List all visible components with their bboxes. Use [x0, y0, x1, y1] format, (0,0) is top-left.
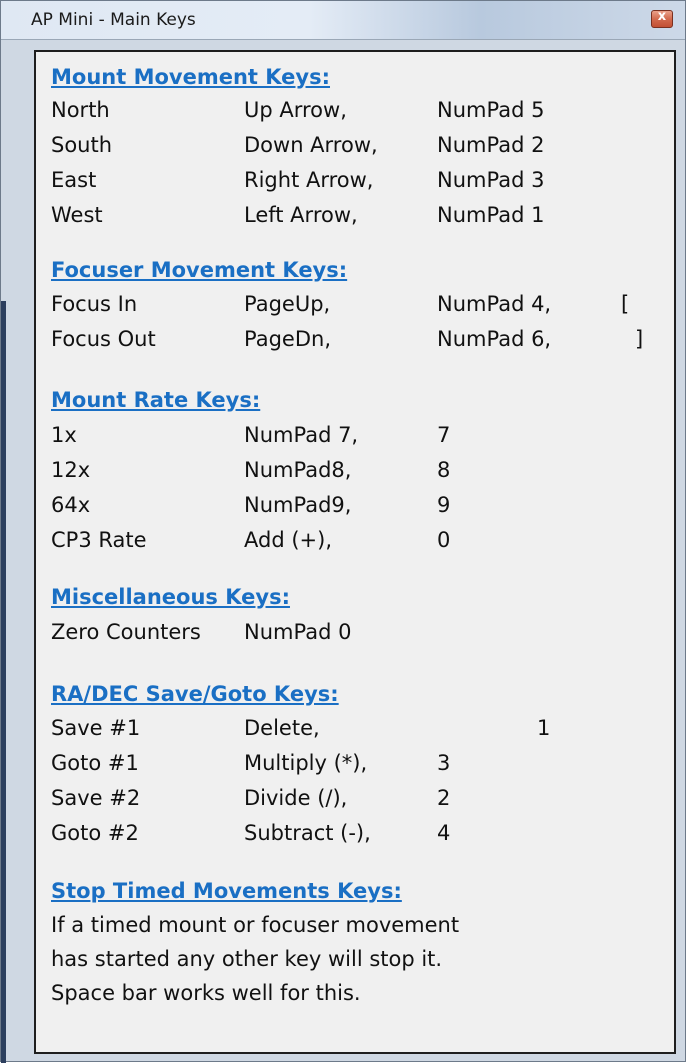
key-action: Zero Counters — [51, 620, 201, 644]
key-primary: Add (+), — [244, 528, 332, 552]
section-heading-mount-rate: Mount Rate Keys: — [51, 388, 261, 412]
description-line: has started any other key will stop it. — [51, 947, 443, 971]
key-action: CP3 Rate — [51, 528, 147, 552]
key-secondary: NumPad 5 — [437, 98, 545, 122]
section-heading-miscellaneous: Miscellaneous Keys: — [51, 585, 290, 609]
key-secondary: 8 — [437, 458, 451, 482]
section-heading-mount-movement: Mount Movement Keys: — [51, 65, 330, 89]
key-action: South — [51, 133, 113, 157]
window-title: AP Mini - Main Keys — [31, 10, 196, 30]
key-secondary: 4 — [437, 821, 451, 845]
key-action: 12x — [51, 458, 91, 482]
description-line: Space bar works well for this. — [51, 981, 361, 1005]
key-primary: Divide (/), — [244, 786, 348, 810]
section-heading-focuser-movement: Focuser Movement Keys: — [51, 258, 348, 282]
key-action: East — [51, 168, 97, 192]
key-primary: Subtract (-), — [244, 821, 371, 845]
key-secondary: 2 — [437, 786, 451, 810]
key-action: Save #1 — [51, 716, 141, 740]
key-secondary: 0 — [437, 528, 451, 552]
key-secondary: NumPad 4, — [437, 292, 552, 316]
key-primary: Right Arrow, — [244, 168, 374, 192]
title-bar[interactable]: AP Mini - Main Keys x — [1, 1, 685, 40]
key-action: Save #2 — [51, 786, 141, 810]
key-tertiary: 1 — [537, 716, 551, 740]
key-primary: Up Arrow, — [244, 98, 347, 122]
key-secondary: NumPad 3 — [437, 168, 545, 192]
app-window: AP Mini - Main Keys x Mount Movement Key… — [0, 0, 686, 1063]
window-edge-accent — [1, 301, 6, 1063]
key-secondary: 3 — [437, 751, 451, 775]
key-action: West — [51, 203, 103, 227]
key-action: 1x — [51, 423, 77, 447]
description-line: If a timed mount or focuser movement — [51, 913, 460, 937]
key-primary: NumPad9, — [244, 493, 352, 517]
close-button[interactable]: x — [651, 9, 673, 28]
key-primary: Delete, — [244, 716, 320, 740]
key-primary: NumPad 0 — [244, 620, 352, 644]
key-primary: NumPad 7, — [244, 423, 359, 447]
key-secondary: NumPad 2 — [437, 133, 545, 157]
key-primary: Down Arrow, — [244, 133, 378, 157]
key-action: North — [51, 98, 110, 122]
key-primary: Multiply (*), — [244, 751, 368, 775]
key-secondary: NumPad 1 — [437, 203, 545, 227]
key-secondary: NumPad 6, — [437, 327, 552, 351]
key-action: 64x — [51, 493, 91, 517]
section-heading-ra-dec-save-goto: RA/DEC Save/Goto Keys: — [51, 682, 339, 706]
key-action: Focus In — [51, 292, 138, 316]
key-tertiary: [ — [621, 292, 630, 316]
key-primary: PageUp, — [244, 292, 331, 316]
key-tertiary: ] — [635, 327, 644, 351]
keys-panel: Mount Movement Keys: North Up Arrow, Num… — [34, 50, 676, 1054]
key-primary: Left Arrow, — [244, 203, 358, 227]
key-action: Focus Out — [51, 327, 156, 351]
key-primary: NumPad8, — [244, 458, 352, 482]
section-heading-stop-timed-movements: Stop Timed Movements Keys: — [51, 879, 402, 903]
key-secondary: 7 — [437, 423, 451, 447]
key-primary: PageDn, — [244, 327, 331, 351]
key-secondary: 9 — [437, 493, 451, 517]
key-action: Goto #2 — [51, 821, 139, 845]
close-icon: x — [657, 9, 667, 24]
key-action: Goto #1 — [51, 751, 139, 775]
